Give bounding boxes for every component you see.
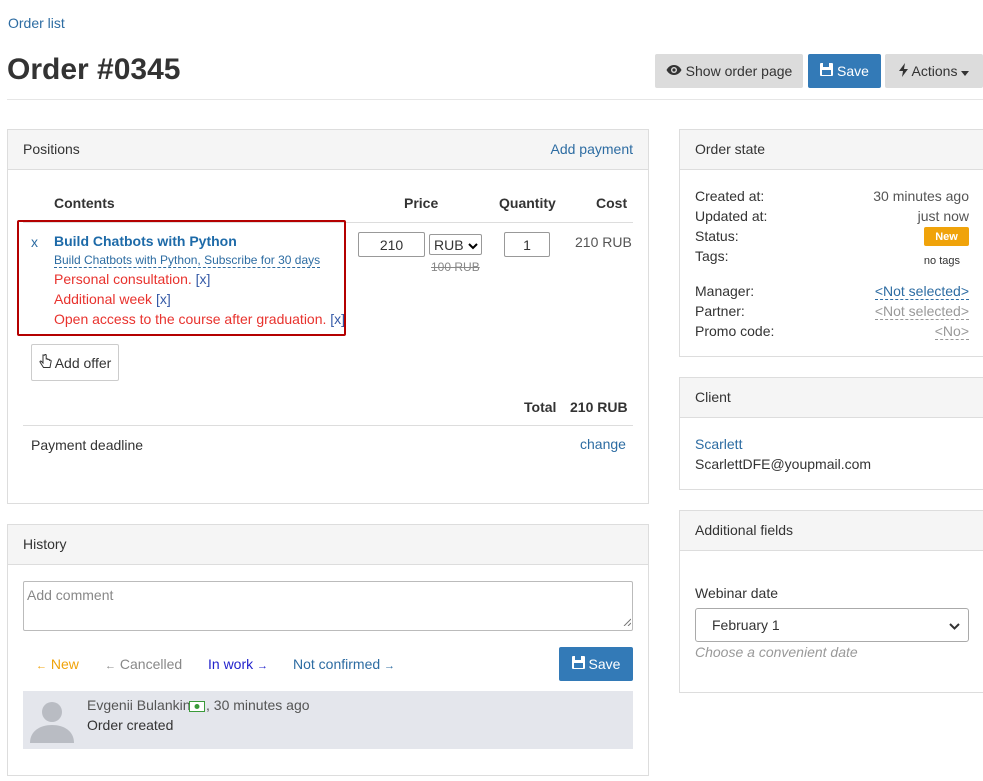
status-link-cancelled[interactable]: ← Cancelled xyxy=(105,656,182,672)
order-state-title: Order state xyxy=(695,141,766,157)
additional-fields-header: Additional fields xyxy=(680,511,983,551)
webinar-date-select[interactable]: February 1 xyxy=(695,608,969,642)
client-panel: Client xyxy=(679,377,983,490)
promo-code-link[interactable]: <No> xyxy=(934,323,969,340)
actions-dropdown-button[interactable]: Actions xyxy=(885,54,983,88)
tags-label: Tags: xyxy=(695,248,729,264)
column-header-price: Price xyxy=(404,195,439,211)
updated-at-value: just now xyxy=(917,208,969,224)
tags-value[interactable]: no tags xyxy=(924,255,960,267)
status-label: New xyxy=(50,656,79,672)
header-divider xyxy=(7,99,983,100)
status-badge[interactable]: New xyxy=(924,227,969,246)
status-link-new[interactable]: ← New xyxy=(36,656,79,672)
add-offer-label: Add offer xyxy=(54,354,112,371)
arrow-left-icon: ← xyxy=(105,660,116,672)
updated-at-label: Updated at: xyxy=(695,208,768,224)
promo-code-label: Promo code: xyxy=(695,323,775,339)
status-link-not-confirmed[interactable]: Not confirmed → xyxy=(293,656,395,672)
additional-fields-title: Additional fields xyxy=(695,522,794,538)
history-text: Order created xyxy=(87,717,174,733)
history-save-label: Save xyxy=(588,656,621,672)
created-at-label: Created at: xyxy=(695,188,765,204)
client-email: ScarlettDFE@youpmail.com xyxy=(695,456,872,472)
quantity-input[interactable]: 1 xyxy=(504,232,550,257)
order-state-header: Order state xyxy=(680,130,983,170)
floppy-icon xyxy=(820,63,834,79)
partner-select-link[interactable]: <Not selected> xyxy=(874,303,969,320)
lightning-icon xyxy=(898,62,908,80)
resize-handle-icon[interactable] xyxy=(623,613,632,629)
partner-label: Partner: xyxy=(695,303,745,319)
chevron-down-icon xyxy=(949,617,960,633)
eye-icon xyxy=(666,63,682,79)
comment-textarea[interactable]: Add comment xyxy=(23,581,633,631)
status-label: Status: xyxy=(695,228,739,244)
client-header: Client xyxy=(680,378,983,418)
manager-select-link[interactable]: <Not selected> xyxy=(874,283,969,300)
positions-title: Positions xyxy=(23,141,80,157)
arrow-right-icon: → xyxy=(384,660,396,672)
column-header-quantity: Quantity xyxy=(499,195,556,211)
client-title: Client xyxy=(695,389,731,405)
hand-pointer-icon xyxy=(39,353,52,372)
history-panel-header: History xyxy=(8,525,648,565)
currency-value: RUB xyxy=(434,236,464,253)
floppy-icon xyxy=(571,656,585,672)
caret-down-icon xyxy=(961,63,970,79)
show-order-page-label: Show order page xyxy=(685,63,793,79)
total-label: Total xyxy=(524,399,557,415)
history-save-button[interactable]: Save xyxy=(559,647,633,681)
additional-fields-panel: Additional fields xyxy=(679,510,983,693)
actions-label: Actions xyxy=(911,63,958,79)
comment-placeholder: Add comment xyxy=(27,587,114,603)
history-entry: Evgenii Bulankin , 30 minutes ago Order … xyxy=(23,691,633,749)
save-button[interactable]: Save xyxy=(808,54,881,88)
history-time: , 30 minutes ago xyxy=(206,697,310,713)
total-value: 210 RUB xyxy=(570,399,628,415)
status-label: Not confirmed xyxy=(293,656,381,672)
old-price: 100 RUB xyxy=(431,260,480,274)
total-divider xyxy=(23,425,633,426)
column-header-cost: Cost xyxy=(596,195,628,211)
price-input[interactable]: 210 xyxy=(358,232,425,257)
status-label: Cancelled xyxy=(119,656,183,672)
highlight-frame xyxy=(17,220,346,336)
change-deadline-link[interactable]: change xyxy=(580,436,626,452)
avatar xyxy=(28,697,76,746)
add-offer-button[interactable]: Add offer xyxy=(31,344,119,381)
client-name-link[interactable]: Scarlett xyxy=(695,436,742,452)
chevron-down-icon xyxy=(468,237,478,253)
positions-panel-header: Positions Add payment xyxy=(8,130,648,170)
column-header-contents: Contents xyxy=(54,195,115,211)
history-title: History xyxy=(23,536,67,552)
show-order-page-button[interactable]: Show order page xyxy=(655,54,803,88)
status-link-in-work[interactable]: In work → xyxy=(208,656,268,672)
money-icon xyxy=(189,699,205,715)
arrow-left-icon: ← xyxy=(36,660,47,672)
arrow-right-icon: → xyxy=(257,660,269,672)
status-label: In work xyxy=(208,656,254,672)
add-payment-link[interactable]: Add payment xyxy=(551,141,634,157)
page-title: Order #0345 xyxy=(7,53,181,86)
webinar-date-value: February 1 xyxy=(712,617,780,633)
payment-deadline-label: Payment deadline xyxy=(31,437,144,453)
save-label: Save xyxy=(837,63,869,79)
webinar-date-hint: Choose a convenient date xyxy=(695,644,858,660)
position-cost: 210 RUB xyxy=(575,234,632,250)
history-author: Evgenii Bulankin xyxy=(87,697,191,713)
breadcrumb-order-list[interactable]: Order list xyxy=(8,15,65,31)
webinar-date-label: Webinar date xyxy=(695,585,779,601)
manager-label: Manager: xyxy=(695,283,755,299)
currency-select[interactable]: RUB xyxy=(429,234,482,255)
created-at-value: 30 minutes ago xyxy=(873,188,969,204)
